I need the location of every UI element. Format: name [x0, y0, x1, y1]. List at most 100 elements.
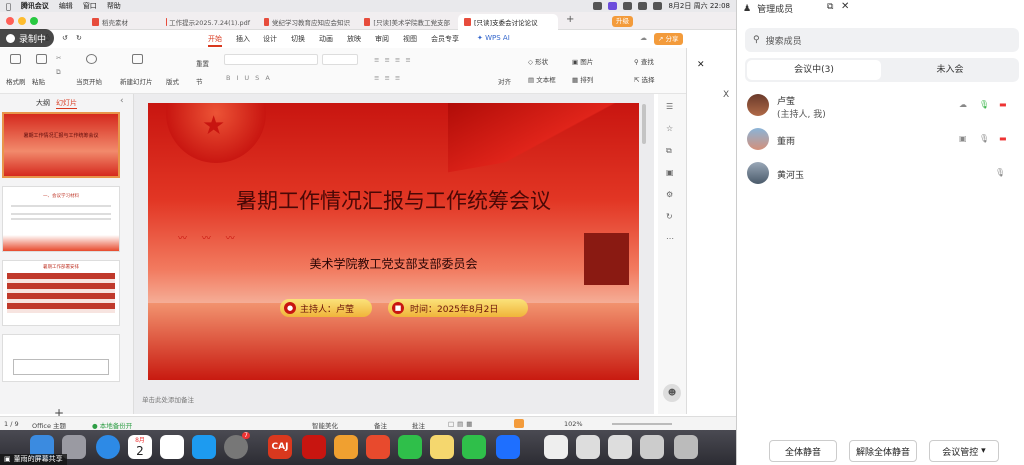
tab-readonly-1[interactable]: [只读]美术学院教工党支部	[358, 14, 456, 30]
font-size-select[interactable]	[322, 54, 358, 65]
tab-design[interactable]: 设计	[263, 34, 277, 44]
adjust-icon[interactable]: ☰	[666, 102, 673, 111]
tab-daoke[interactable]: 稻壳素材	[86, 14, 162, 30]
tab-animation[interactable]: 动画	[319, 34, 333, 44]
close-panel-icon[interactable]: ✕	[841, 1, 849, 12]
app-store-icon[interactable]	[192, 435, 216, 459]
photos-icon[interactable]	[334, 435, 358, 459]
calendar-app-icon[interactable]: 8月 2	[128, 435, 152, 459]
menu-edit[interactable]: 编辑	[59, 1, 73, 11]
member-row[interactable]: 董雨 ▣ 🎙 ▬	[737, 124, 1024, 156]
comments-button[interactable]: 批注	[412, 420, 425, 430]
recording-badge[interactable]: 录制中	[0, 29, 54, 47]
view-mode-buttons[interactable]: □▤▦	[448, 420, 475, 428]
wps-pdf-icon[interactable]	[302, 435, 326, 459]
tab-outline[interactable]: 大纲	[36, 98, 50, 108]
notes-app-icon[interactable]	[430, 435, 454, 459]
notes-button[interactable]: 备注	[374, 420, 387, 430]
tab-member[interactable]: 会员专享	[431, 34, 459, 44]
slide-thumb-2[interactable]: 一、会议学习材料	[2, 186, 120, 252]
cut-icon[interactable]: ✂	[56, 54, 61, 62]
new-slide-button[interactable]: 新建幻灯片	[120, 76, 153, 86]
mic-icon[interactable]: 🎙	[979, 134, 989, 143]
theme-label[interactable]: Office 主题	[32, 420, 66, 430]
menu-datetime[interactable]: 8月2日 周六 22:08	[668, 1, 730, 11]
slide-thumb-1[interactable]: 暑期工作情况汇报与工作统筹会议	[2, 112, 120, 178]
mute-all-button[interactable]: 全体静音	[769, 440, 837, 462]
arrange-button[interactable]: ▦ 排列	[572, 74, 593, 84]
tab-slideshow[interactable]: 放映	[347, 34, 361, 44]
font-style-group[interactable]: BIUSA	[226, 74, 276, 82]
mic-icon[interactable]: 🎙	[995, 168, 1005, 177]
zoom-slider[interactable]	[612, 423, 672, 425]
tab-pdf[interactable]: 工作提示2025.7.24(1).pdf	[160, 14, 256, 30]
redo-icon[interactable]: ↻	[76, 34, 82, 42]
screen-share-icon[interactable]: ▣	[959, 134, 967, 143]
wechat-icon[interactable]	[398, 435, 422, 459]
tencent-meeting-icon[interactable]	[496, 435, 520, 459]
status-icon-1[interactable]	[593, 2, 603, 10]
cloud-record-icon[interactable]: ☁	[959, 100, 967, 109]
play-icon[interactable]	[86, 54, 97, 64]
wps-ai-button[interactable]: ✦ WPS AI	[477, 34, 510, 42]
section-button[interactable]: 节	[196, 76, 203, 86]
settings-icon[interactable]: 7	[224, 432, 250, 459]
picture-icon[interactable]: ▣	[666, 168, 674, 177]
slide-thumb-4[interactable]	[2, 334, 120, 382]
reminders-icon[interactable]	[160, 435, 184, 459]
tab-readonly-2[interactable]: [只读]支委会讨论论议	[458, 14, 558, 30]
popout-icon[interactable]: ⧉	[827, 2, 833, 12]
zoom-window-button[interactable]	[30, 17, 38, 25]
mic-on-icon[interactable]: 🎙	[979, 100, 989, 109]
format-painter-button[interactable]: 格式刷	[6, 76, 26, 86]
new-slide-icon[interactable]	[132, 54, 143, 64]
textbox-button[interactable]: ▤ 文本框	[528, 74, 556, 84]
play-slideshow-button[interactable]	[514, 419, 524, 428]
paragraph-group[interactable]: ≡≡≡≡	[374, 56, 416, 64]
current-slide[interactable]: ★ 〰 〰 〰 暑期工作情况汇报与工作统筹会议 美术学院教工党支部支部委员会 ●…	[148, 103, 639, 380]
collapse-pane-icon[interactable]: ‹	[120, 96, 124, 106]
minimize-window-button[interactable]	[18, 17, 26, 25]
close-window-button[interactable]	[6, 17, 14, 25]
tab-not-joined[interactable]: 未入会	[883, 60, 1017, 80]
tab-start[interactable]: 开始	[208, 34, 222, 47]
cloud-icon[interactable]: ☁	[640, 34, 647, 42]
align-group[interactable]: ≡≡≡	[374, 74, 405, 82]
tools-icon[interactable]: ⚙	[666, 190, 673, 199]
vertical-scrollbar[interactable]	[642, 104, 646, 144]
apple-icon[interactable]: 	[6, 2, 11, 11]
font-name-select[interactable]	[224, 54, 318, 65]
status-icon-2[interactable]	[608, 2, 618, 10]
search-input[interactable]: ⚲ 搜索成员	[745, 28, 1019, 52]
menu-app-name[interactable]: 腾讯会议	[21, 1, 49, 11]
unmute-all-button[interactable]: 解除全体静音	[849, 440, 917, 462]
notes-placeholder[interactable]: 单击此处添加备注	[142, 394, 194, 404]
beautify-button[interactable]: 智能美化	[312, 420, 338, 430]
history-icon[interactable]: ↻	[666, 212, 673, 221]
safari-icon[interactable]	[96, 435, 120, 459]
format-painter-icon[interactable]	[10, 54, 21, 64]
messages-icon[interactable]	[462, 435, 486, 459]
camera-off-icon[interactable]: ▬	[999, 134, 1007, 143]
share-button[interactable]: ↗ 分享	[654, 33, 683, 45]
play-from-current-button[interactable]: 当页开始	[76, 76, 102, 86]
close-icon[interactable]: ✕	[697, 60, 705, 70]
zoom-level[interactable]: 102%	[564, 420, 583, 428]
reset-button[interactable]: 重置	[196, 58, 209, 68]
status-icon-3[interactable]	[623, 2, 633, 10]
copy-icon[interactable]: ⧉	[666, 146, 672, 156]
shape-button[interactable]: ◇ 形状	[528, 56, 548, 66]
picture-button[interactable]: ▣ 图片	[572, 56, 593, 66]
tab-party[interactable]: 党纪学习教育应知应会知识	[258, 14, 356, 30]
member-row[interactable]: 卢莹 (主持人, 我) ☁ 🎙 ▬	[737, 90, 1024, 122]
layout-button[interactable]: 版式	[166, 76, 179, 86]
wps-icon[interactable]	[366, 435, 390, 459]
tab-transition[interactable]: 切换	[291, 34, 305, 44]
select-button[interactable]: ⇱ 选择	[634, 74, 655, 84]
assistant-icon[interactable]: ☻	[663, 384, 681, 402]
paste-icon[interactable]	[36, 54, 47, 64]
tab-insert[interactable]: 插入	[236, 34, 250, 44]
member-row[interactable]: 黄河玉 🎙	[737, 158, 1024, 190]
more-icon[interactable]: ⋯	[666, 234, 674, 243]
new-tab-button[interactable]: +	[566, 14, 574, 25]
